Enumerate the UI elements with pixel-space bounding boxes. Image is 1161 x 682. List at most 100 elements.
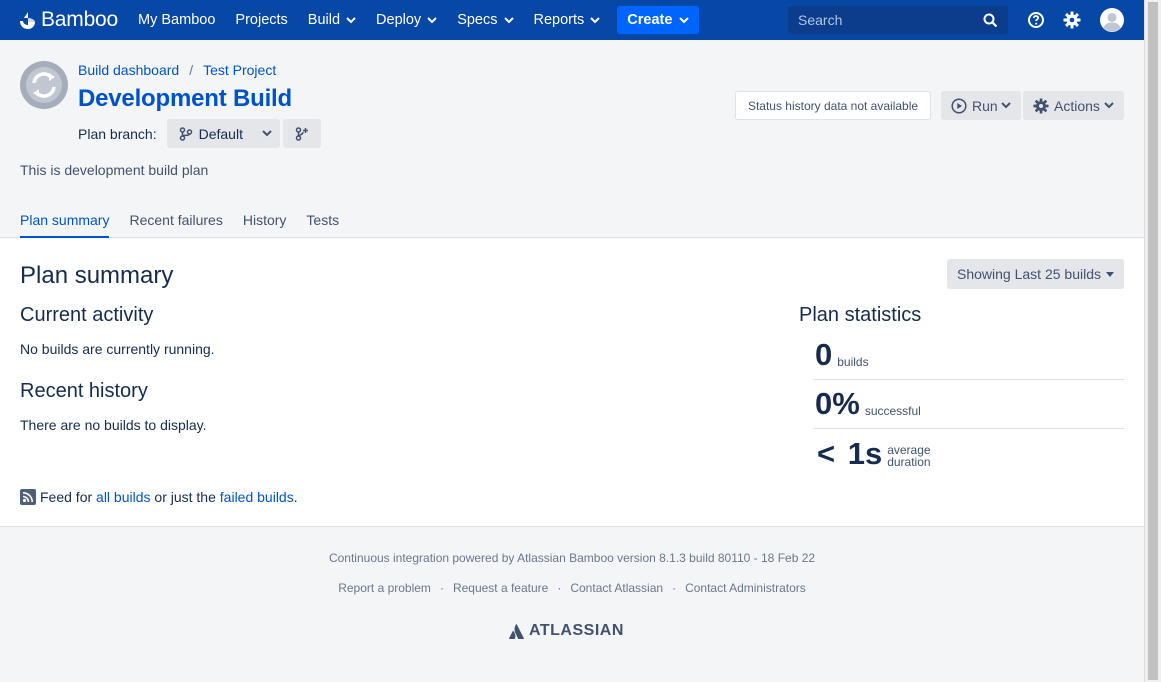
- atlassian-logo-text: ATLASSIAN: [529, 622, 624, 639]
- nav-projects[interactable]: Projects: [225, 0, 297, 40]
- nav-label: Deploy: [376, 12, 422, 28]
- plan-branch-select[interactable]: Default: [166, 119, 280, 148]
- search-icon: [983, 13, 998, 27]
- branch-icon: [179, 126, 192, 141]
- stat-success: 0% successful: [813, 380, 1124, 429]
- rss-icon: [20, 489, 36, 505]
- breadcrumb: Build dashboard / Test Project: [78, 62, 276, 78]
- help-icon[interactable]: [1027, 11, 1045, 29]
- atlassian-logo[interactable]: ATLASSIAN: [509, 622, 624, 640]
- stat-builds-label: builds: [837, 355, 869, 369]
- breadcrumb-test-project[interactable]: Test Project: [203, 62, 276, 78]
- current-activity-heading: Current activity: [20, 304, 154, 326]
- nav-menu: My Bamboo Projects Build Deploy Specs Re…: [128, 0, 700, 40]
- chevron-down-icon: [503, 16, 514, 23]
- nav-label: Projects: [235, 12, 288, 28]
- logo-text: Bamboo: [41, 8, 119, 31]
- run-button[interactable]: Run: [941, 91, 1021, 120]
- status-history-box: Status history data not available: [735, 91, 931, 120]
- feed-prefix: Feed for: [40, 489, 93, 505]
- plan-header: Build dashboard / Test Project Developme…: [0, 40, 1144, 238]
- actions-label: Actions: [1054, 97, 1100, 114]
- search-input[interactable]: Search: [788, 6, 1008, 34]
- report-problem-link[interactable]: Report a problem: [338, 581, 431, 595]
- tab-history[interactable]: History: [243, 212, 287, 238]
- footer-powered-by: Continuous integration powered by Atlass…: [328, 551, 816, 565]
- recent-history-text: There are no builds to display.: [20, 417, 207, 433]
- page-title[interactable]: Development Build: [78, 85, 292, 113]
- chevron-down-icon: [261, 130, 272, 137]
- current-activity-text: No builds are currently running.: [20, 341, 215, 357]
- breadcrumb-separator: /: [189, 62, 194, 78]
- footer-separator: ·: [439, 581, 444, 595]
- plan-branch-value: Default: [198, 125, 243, 142]
- bamboo-logo[interactable]: Bamboo: [18, 0, 118, 40]
- chevron-down-icon: [1001, 102, 1011, 109]
- nav-reports[interactable]: Reports: [524, 0, 611, 40]
- run-label: Run: [972, 97, 998, 114]
- stat-builds-value: 0: [815, 337, 833, 372]
- contact-administrators-link[interactable]: Contact Administrators: [685, 581, 806, 595]
- feed-suffix: .: [293, 489, 298, 505]
- nav-build[interactable]: Build: [298, 0, 366, 40]
- contact-atlassian-link[interactable]: Contact Atlassian: [570, 581, 663, 595]
- stat-builds: 0 builds: [813, 331, 1124, 380]
- tab-plan-summary[interactable]: Plan summary: [20, 212, 110, 238]
- gear-icon: [1033, 97, 1049, 114]
- caret-down-icon: [1106, 271, 1114, 277]
- feed-line: Feed for all builds or just the failed b…: [20, 489, 298, 505]
- create-button[interactable]: Create: [617, 6, 700, 34]
- plan-statistics-heading: Plan statistics: [799, 304, 922, 326]
- chevron-down-icon: [346, 16, 356, 23]
- request-feature-link[interactable]: Request a feature: [453, 581, 548, 595]
- footer-links: Report a problem · Request a feature · C…: [0, 581, 1144, 595]
- breadcrumb-build-dashboard[interactable]: Build dashboard: [78, 62, 179, 78]
- showing-builds-label: Showing Last 25 builds: [957, 266, 1101, 282]
- showing-builds-dropdown[interactable]: Showing Last 25 builds: [947, 259, 1124, 289]
- nav-deploy[interactable]: Deploy: [366, 0, 447, 40]
- plan-branch-row: Plan branch: Default: [78, 119, 321, 148]
- plan-description: This is development build plan: [20, 162, 209, 178]
- footer-separator: ·: [672, 581, 677, 595]
- search-placeholder: Search: [798, 12, 843, 28]
- plan-tabs: Plan summary Recent failures History Tes…: [20, 212, 359, 238]
- nav-label: Specs: [457, 12, 498, 28]
- stat-duration: < 1s average duration: [813, 429, 1124, 478]
- nav-label: My Bamboo: [138, 12, 216, 28]
- chevron-down-icon: [590, 16, 600, 23]
- atlassian-logo-icon: [509, 623, 524, 639]
- bamboo-logo-icon: [20, 11, 35, 29]
- failed-builds-link[interactable]: failed builds: [220, 489, 294, 505]
- vertical-scrollbar[interactable]: [1144, 0, 1161, 682]
- recent-history-heading: Recent history: [20, 380, 148, 402]
- play-icon: [951, 97, 967, 114]
- branch-add-icon: [295, 126, 308, 141]
- tab-tests[interactable]: Tests: [306, 212, 339, 238]
- plan-summary-panel: Plan summary Showing Last 25 builds Curr…: [0, 239, 1144, 527]
- plan-statistics: 0 builds 0% successful < 1s average dura…: [813, 331, 1124, 478]
- nav-specs[interactable]: Specs: [447, 0, 523, 40]
- stat-duration-value: < 1s: [817, 436, 883, 471]
- scrollbar-thumb[interactable]: [1148, 2, 1158, 680]
- top-navigation: Bamboo My Bamboo Projects Build Deploy S…: [0, 0, 1144, 40]
- plan-status-icon: [20, 61, 68, 109]
- chevron-down-icon: [679, 16, 690, 23]
- gear-icon[interactable]: [1063, 11, 1081, 29]
- stat-success-label: successful: [864, 404, 921, 418]
- create-label: Create: [627, 12, 673, 28]
- plan-summary-heading: Plan summary: [20, 262, 174, 289]
- nav-my-bamboo[interactable]: My Bamboo: [128, 0, 225, 40]
- tab-recent-failures[interactable]: Recent failures: [129, 212, 222, 238]
- plan-branch-label: Plan branch:: [78, 125, 157, 142]
- stat-duration-label-2: duration: [887, 455, 931, 469]
- feed-middle: or just the: [154, 489, 216, 505]
- actions-button[interactable]: Actions: [1023, 91, 1124, 120]
- nav-label: Reports: [533, 12, 585, 28]
- nav-label: Build: [307, 12, 341, 28]
- chevron-down-icon: [427, 16, 437, 23]
- create-branch-button[interactable]: [282, 119, 321, 148]
- avatar[interactable]: [1100, 8, 1124, 32]
- footer-separator: ·: [557, 581, 562, 595]
- stat-success-value: 0%: [815, 386, 860, 421]
- all-builds-link[interactable]: all builds: [96, 489, 150, 505]
